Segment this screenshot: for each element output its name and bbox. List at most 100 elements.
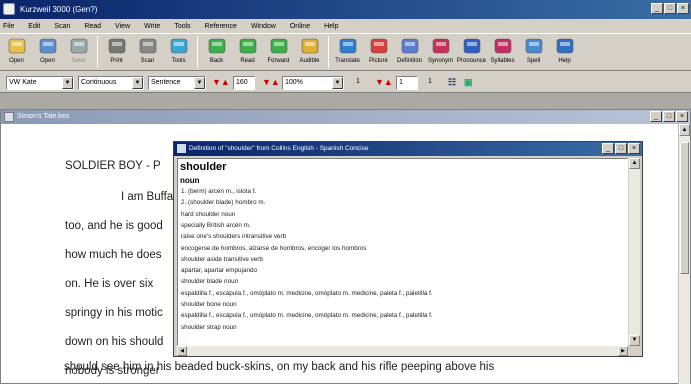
chevron-down-icon[interactable]: ▼ [62,77,73,89]
page-input[interactable]: 1 [396,76,418,90]
definition-content[interactable]: shoulder noun 1. (berm) arcén m., islota… [177,158,628,346]
zoom-icon[interactable]: ▼▲ [262,77,280,87]
document-scrollbar[interactable]: ▲ [678,124,690,384]
menu-tools[interactable]: Tools [174,23,190,30]
voice-select[interactable]: VW Kate ▼ [6,76,74,90]
definition-line: shoulder blade noun [181,278,239,286]
menu-view[interactable]: View [115,23,130,30]
toolbar-label: Read [240,58,255,64]
document-line[interactable]: SOLDIER BOY - P [65,160,161,172]
doc-minimize-button[interactable]: _ [650,111,662,122]
document-line[interactable]: down on his should [65,336,163,348]
pronounce-icon [461,36,483,56]
toolbar-label: Definition [397,58,423,64]
save-icon [68,36,90,56]
toolbar-label: Audible [299,58,320,64]
definition-line: shoulder bone noun [181,301,237,308]
toolbar-button-synonym[interactable]: Synonym [428,34,453,70]
toolbar-button-spell[interactable]: Spell [521,34,546,70]
toolbar-label: Translate [335,58,360,64]
headword: shoulder [180,161,227,173]
toolbar-label: Scan [140,58,155,64]
toolbar-button-translate[interactable]: Translate [335,34,360,70]
toolbar-button-back[interactable]: Back [204,34,229,70]
reading-mode-select[interactable]: Continuous ▼ [78,76,144,90]
toolbar-button-print[interactable]: Print [104,34,129,70]
page-nav-icon[interactable]: ▼▲ [375,77,393,87]
toolbar-separator [197,36,198,68]
document-title: Simon's Tale.kes [17,113,70,120]
toolbar-button-scan[interactable]: Scan [135,34,160,70]
toolbar-button-audible[interactable]: Audible [297,34,322,70]
speed-input[interactable]: 160 [233,76,255,90]
document-line[interactable]: on. He is over six [65,278,153,290]
menu-file[interactable]: File [3,23,14,30]
toolbar-button-forward[interactable]: Forward [266,34,291,70]
synonym-icon [430,36,452,56]
definition-vscroll[interactable]: ▲ ▼ [629,158,640,346]
dialog-minimize-button[interactable]: _ [602,143,614,154]
scroll-right-icon[interactable]: ▶ [618,346,628,356]
speed-icon[interactable]: ▼▲ [212,77,230,87]
note-icon[interactable]: ▣ [464,77,473,88]
definition-line: espaldilla f., escápula f., omóplato m. … [181,312,433,320]
definition-title: Definition of "shoulder" from Collins En… [189,145,369,152]
help-icon [554,36,576,56]
definition-line: 1. (berm) arcén m., islota f. [181,188,257,195]
open-icon [6,36,28,56]
reading-unit-select[interactable]: Sentence ▼ [148,76,206,90]
menu-edit[interactable]: Edit [28,23,40,30]
minimize-button[interactable]: _ [651,3,663,14]
toolbar-button-open[interactable]: Open [4,34,29,70]
print-icon [106,36,128,56]
toolbar-button-definition[interactable]: Definition [397,34,422,70]
definition-line: shoulder strap noun [181,323,237,331]
toolbar-label: Help [558,58,571,64]
dialog-maximize-button[interactable]: □ [615,143,627,154]
scroll-up-icon[interactable]: ▲ [629,158,640,169]
toolbar-button-open[interactable]: Open [35,34,60,70]
scroll-thumb[interactable] [680,142,689,274]
scroll-left-icon[interactable]: ◀ [177,346,187,356]
doc-close-button[interactable]: × [676,111,688,122]
read-icon [237,36,259,56]
scroll-down-icon[interactable]: ▼ [629,335,640,346]
toolbar-button-help[interactable]: Help [552,34,577,70]
menu-online[interactable]: Online [290,23,310,30]
chevron-down-icon[interactable]: ▼ [332,77,343,89]
definition-line: encogerse de hombros, alzarse de hombros… [181,244,367,252]
menu-help[interactable]: Help [324,23,338,30]
menu-scan[interactable]: Scan [54,23,70,30]
definition-line: specially British arcén m. [181,221,251,229]
document-line[interactable]: springy in his motic [65,307,163,319]
menu-bar: File Edit Scan Read View Write Tools Ref… [0,19,691,33]
definition-line: 2. (shoulder blade) hombro m. [181,199,266,207]
dialog-close-button[interactable]: × [628,143,640,154]
chevron-down-icon[interactable]: ▼ [132,77,143,89]
toolbar-button-save[interactable]: Save [66,34,91,70]
zoom-select[interactable]: 100% ▼ [282,76,344,90]
toolbar-button-picture[interactable]: Picture [366,34,391,70]
toolbar-button-read[interactable]: Read [235,34,260,70]
scroll-up-icon[interactable]: ▲ [679,124,690,136]
menu-read[interactable]: Read [84,23,101,30]
document-line-last[interactable]: should see him in his beaded buck-skins,… [64,361,494,373]
definition-hscroll[interactable]: ◀ ▶ [177,346,628,356]
menu-reference[interactable]: Reference [205,23,237,30]
doc-maximize-button[interactable]: □ [663,111,675,122]
maximize-button[interactable]: □ [664,3,676,14]
menu-write[interactable]: Write [144,23,160,30]
toolbar-button-pronounce[interactable]: Pronounce [457,34,486,70]
page-count: 1 [428,78,432,85]
definition-line: apartar, apartar empujando [181,267,257,275]
chevron-down-icon[interactable]: ▼ [194,77,205,89]
document-line[interactable]: too, and he is good [65,220,163,232]
close-button[interactable]: × [677,3,689,14]
bookmark-icon[interactable]: ☷ [448,77,456,88]
document-line[interactable]: how much he does [65,249,162,261]
definition-dialog[interactable]: Definition of "shoulder" from Collins En… [173,141,643,357]
toolbar-button-syllables[interactable]: Syllables [490,34,515,70]
toolbar-label: Picture [369,58,388,64]
toolbar-button-tools[interactable]: Tools [166,34,191,70]
menu-window[interactable]: Window [251,23,276,30]
